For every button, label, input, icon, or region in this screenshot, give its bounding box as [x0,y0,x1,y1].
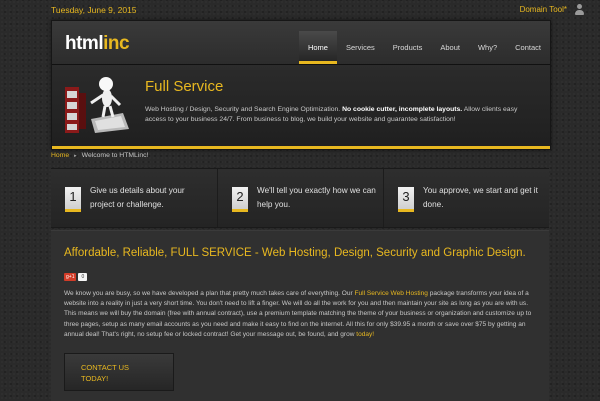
step-text: Give us details about your project or ch… [90,186,185,209]
step-2: 2 We'll tell you exactly how we can help… [217,169,384,227]
main-container: htmlinc Home Services Products About Why… [51,20,551,150]
content-title: Affordable, Reliable, FULL SERVICE - Web… [64,247,526,259]
google-plus-button[interactable]: g+1 [64,273,77,281]
banner-text-bold: No cookie cutter, incomplete layouts. [342,106,463,113]
contact-us-label: CONTACT US [81,363,130,372]
paragraph-part-1: We know you are busy, so we have develop… [64,290,355,297]
steps-section: 1 Give us details about your project or … [51,168,549,228]
current-date: Tuesday, June 9, 2015 [51,5,137,15]
step-number: 1 [65,187,81,212]
nav-item-about[interactable]: About [431,31,469,64]
step-text: We'll tell you exactly how we can help y… [257,186,376,209]
banner: Full Service Web Hosting / Design, Secur… [52,65,550,149]
step-number: 3 [398,187,414,212]
user-icon[interactable] [574,4,584,16]
breadcrumb: Home ▸ Welcome to HTMLinc! [51,152,148,159]
nav-item-contact[interactable]: Contact [506,31,550,64]
main-nav: Home Services Products About Why? Contac… [298,31,550,64]
logo[interactable]: htmlinc [65,33,130,55]
breadcrumb-home[interactable]: Home [51,152,69,159]
logo-part-inc: inc [103,33,130,54]
today-link[interactable]: today! [356,331,374,338]
top-bar: Tuesday, June 9, 2015 Domain Tool* [0,0,600,22]
banner-accent-line [52,146,550,149]
paragraph-part-2: package transforms your idea of a websit… [64,290,532,338]
banner-illustration [65,77,129,133]
logo-part-html: html [65,33,104,54]
domain-tool-link[interactable]: Domain Tool* [520,5,567,14]
breadcrumb-current: Welcome to HTMLinc! [81,152,149,159]
contact-us-label-2: TODAY! [81,374,109,383]
breadcrumb-separator-icon: ▸ [74,153,77,159]
step-number: 2 [232,187,248,212]
contact-us-button[interactable]: CONTACT US TODAY! [64,353,174,391]
nav-item-products[interactable]: Products [384,31,432,64]
full-service-hosting-link[interactable]: Full Service Web Hosting [355,290,428,297]
share-count: 0 [78,273,88,281]
header: htmlinc Home Services Products About Why… [52,21,550,65]
content-section: Affordable, Reliable, FULL SERVICE - Web… [51,230,549,401]
banner-title: Full Service [145,78,224,95]
content-paragraph: We know you are busy, so we have develop… [64,289,539,340]
banner-text-1: Web Hosting / Design, Security and Searc… [145,106,341,113]
banner-text: Web Hosting / Design, Security and Searc… [145,105,535,125]
step-text: You approve, we start and get it done. [423,186,538,209]
step-1: 1 Give us details about your project or … [51,169,217,227]
share-widget: g+1 0 [64,273,88,281]
nav-item-services[interactable]: Services [337,31,384,64]
nav-item-home[interactable]: Home [298,31,337,64]
nav-item-why[interactable]: Why? [469,31,506,64]
step-3: 3 You approve, we start and get it done. [383,169,550,227]
